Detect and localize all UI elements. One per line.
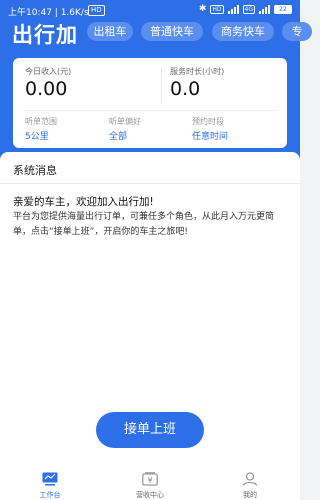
tab-express[interactable]: 普通快车 [141,22,203,41]
svg-text:¥: ¥ [147,476,152,485]
tab-workbench[interactable]: 工作台 [20,470,80,500]
tab-taxi[interactable]: 出租车 [87,22,133,41]
tab-mine-label: 我的 [243,491,257,499]
bluetooth-icon: ✱ [198,4,207,14]
battery-icon: 22 [274,4,292,14]
status-hd-badge: HD [88,5,105,16]
tab-mine[interactable]: 我的 [220,470,280,500]
tab-revenue-center-label: 营收中心 [136,491,164,499]
tab-workbench-label: 工作台 [39,491,61,499]
welcome-message: 平台为您提供海量出行订单，可兼任多个角色，从此月入万元更简单，点击“接单上班”，… [13,212,275,237]
network-type-icon: 4G [242,4,255,14]
income-value: 0.00 [25,78,68,100]
card-divider [161,68,162,104]
duration-label: 服务时长(小时) [170,67,225,76]
signal-icon [227,4,239,14]
duration-value: 0.0 [170,78,201,100]
tab-business[interactable]: 商务快车 [212,22,274,41]
status-indicators: ✱ HD 4G 22 [199,4,292,14]
notice-divider [0,183,300,184]
tab-special[interactable]: 专 [282,22,312,41]
range-value[interactable]: 5公里 [25,129,49,142]
preference-label: 听单偏好 [109,117,141,126]
app-title: 出行加 [12,23,78,47]
tab-revenue-center[interactable]: ¥ 营收中心 [120,470,180,500]
header-bar: 上午10:47 | 1.6K/s HD ✱ HD 4G 22 出行加 出租车 普… [0,0,312,170]
income-label: 今日收入(元) [25,67,72,76]
bottom-tab-bar: 工作台 ¥ 营收中心 我的 [0,470,300,500]
network-hd-icon: HD [210,4,224,14]
booking-value[interactable]: 任意时间 [192,129,228,142]
summary-card: 今日收入(元) 0.00 服务时长(小时) 0.0 听单范围 5公里 听单偏好 … [13,58,287,148]
card-separator [23,110,277,111]
preference-value[interactable]: 全部 [109,129,127,142]
workbench-icon [42,472,58,486]
status-bar: 上午10:47 | 1.6K/s HD ✱ HD 4G 22 [0,0,300,20]
booking-label: 预约时段 [192,117,224,126]
wifi-signal-icon [259,4,270,14]
range-label: 听单范围 [25,117,57,126]
welcome-greeting: 亲爱的车主，欢迎加入出行加! [13,196,154,208]
start-work-button[interactable]: 接单上班 [96,412,204,448]
user-icon [242,472,258,486]
wallet-icon: ¥ [142,472,158,486]
status-time: 上午10:47 | 1.6K/s [8,8,89,18]
system-message-title: 系统消息 [13,164,57,177]
